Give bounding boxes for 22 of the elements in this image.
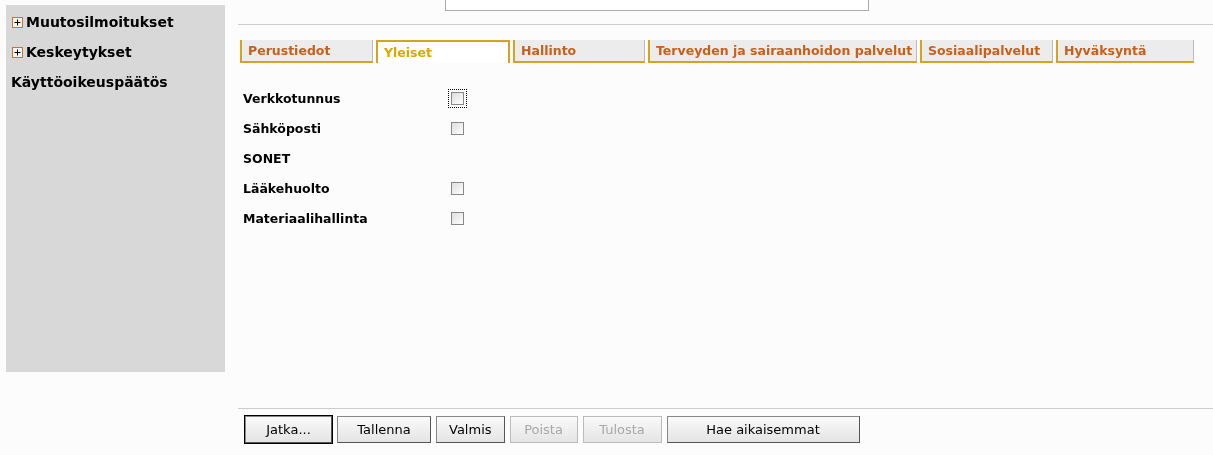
button[interactable]: Tallenna	[337, 416, 431, 443]
field-label: Sähköposti	[243, 120, 323, 136]
checkbox[interactable]	[448, 88, 467, 108]
button[interactable]: Valmis	[436, 416, 505, 443]
tab[interactable]: Hallinto	[513, 40, 645, 63]
field-label: Materiaalihallinta	[243, 210, 369, 226]
sidebar-item[interactable]: Keskeytykset	[12, 41, 225, 63]
sidebar-item[interactable]: Muutosilmoitukset	[12, 11, 225, 33]
button[interactable]: Jatka...	[245, 416, 332, 443]
tab[interactable]: Perustiedot	[240, 40, 373, 63]
tab[interactable]: Terveyden ja sairaanhoidon palvelut	[648, 40, 917, 63]
section-heading: SONET	[243, 150, 292, 166]
sidebar-item[interactable]: Käyttöoikeuspäätös	[11, 71, 225, 93]
tab[interactable]: Sosiaalipalvelut	[920, 40, 1053, 63]
tab[interactable]: Hyväksyntä	[1056, 40, 1194, 63]
tab[interactable]: Yleiset	[376, 40, 510, 63]
field-label: Verkkotunnus	[243, 90, 342, 106]
field-label: Lääkehuolto	[243, 180, 331, 196]
plus-icon[interactable]	[12, 16, 23, 28]
input-field[interactable]	[445, 0, 869, 11]
button[interactable]: Hae aikaisemmat	[666, 416, 860, 443]
plus-icon[interactable]	[12, 46, 23, 58]
